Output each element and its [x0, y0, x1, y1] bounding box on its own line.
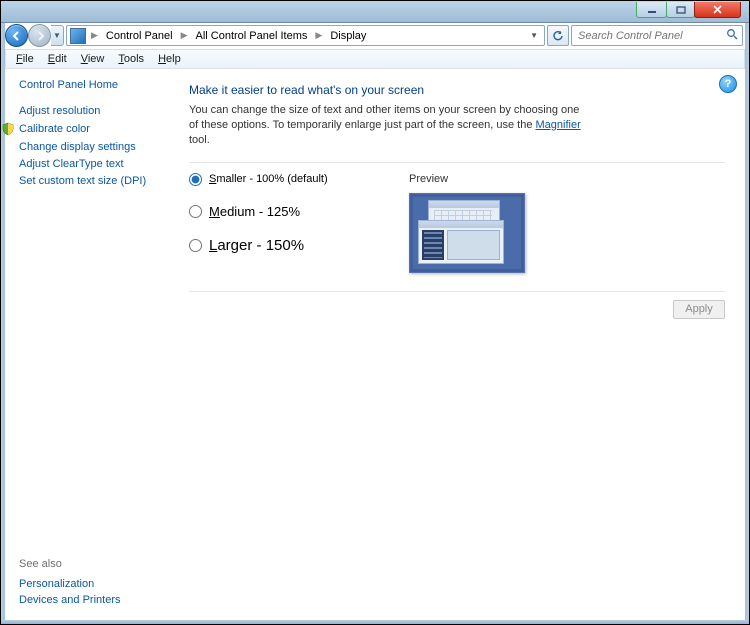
- desc-text-b: tool.: [189, 134, 210, 146]
- close-button[interactable]: [694, 2, 741, 18]
- radio-medium[interactable]: [189, 205, 202, 218]
- window-frame-right: [745, 1, 749, 624]
- sidebar-link-label: Set custom text size (DPI): [19, 175, 146, 187]
- breadcrumb-seg[interactable]: All Control Panel Items: [190, 26, 314, 45]
- dpi-options: Smaller - 100% (default) Medium - 125% L…: [189, 173, 379, 273]
- preview-label: Preview: [409, 173, 725, 185]
- help-button[interactable]: ?: [719, 75, 737, 93]
- dpi-option-larger[interactable]: Larger - 150%: [189, 237, 379, 254]
- see-also-header: See also: [19, 558, 121, 570]
- see-also-devices-printers[interactable]: Devices and Printers: [19, 594, 121, 606]
- menu-help[interactable]: Help: [152, 52, 187, 66]
- page-description: You can change the size of text and othe…: [189, 103, 589, 148]
- search-input[interactable]: [576, 29, 726, 43]
- window-frame-bottom: [1, 620, 749, 624]
- sidebar-link-label: Calibrate color: [19, 123, 90, 135]
- sidebar-link-label: Adjust ClearType text: [19, 158, 124, 170]
- back-button[interactable]: [5, 24, 28, 47]
- sidebar-link-label: Adjust resolution: [19, 105, 100, 117]
- dpi-option-medium[interactable]: Medium - 125%: [189, 204, 379, 219]
- breadcrumb-seg[interactable]: Display: [324, 26, 372, 45]
- chevron-right-icon[interactable]: ▶: [89, 30, 100, 41]
- sidebar-link-change-display-settings[interactable]: Change display settings: [19, 141, 169, 153]
- history-dropdown[interactable]: ▼: [51, 25, 64, 46]
- breadcrumb-seg[interactable]: Control Panel: [100, 26, 179, 45]
- radio-larger[interactable]: [189, 239, 202, 252]
- main-content: ? Make it easier to read what's on your …: [177, 69, 745, 620]
- chevron-right-icon[interactable]: ▶: [179, 30, 190, 41]
- refresh-button[interactable]: [547, 25, 569, 46]
- search-box[interactable]: [571, 25, 743, 46]
- titlebar[interactable]: [1, 1, 749, 23]
- dpi-option-smaller[interactable]: Smaller - 100% (default): [189, 173, 379, 186]
- control-panel-home-link[interactable]: Control Panel Home: [19, 79, 169, 91]
- divider: [189, 291, 725, 292]
- client-area: Control Panel Home Adjust resolution Cal…: [5, 68, 745, 620]
- menu-file[interactable]: File: [10, 52, 40, 66]
- menu-view[interactable]: View: [75, 52, 111, 66]
- apply-button[interactable]: Apply: [673, 300, 725, 319]
- menu-tools[interactable]: Tools: [112, 52, 150, 66]
- sidebar-link-set-custom-dpi[interactable]: Set custom text size (DPI): [19, 175, 169, 187]
- page-title: Make it easier to read what's on your sc…: [189, 83, 725, 97]
- search-icon[interactable]: [726, 28, 738, 43]
- chevron-right-icon[interactable]: ▶: [313, 30, 324, 41]
- sidebar-link-label: Change display settings: [19, 141, 136, 153]
- sidebar: Control Panel Home Adjust resolution Cal…: [5, 69, 177, 620]
- radio-smaller[interactable]: [189, 173, 202, 186]
- nav-buttons: ▼: [5, 24, 64, 47]
- sidebar-link-calibrate-color[interactable]: Calibrate color: [19, 122, 169, 136]
- see-also: See also Personalization Devices and Pri…: [19, 554, 121, 610]
- desc-text-a: You can change the size of text and othe…: [189, 104, 579, 131]
- menubar: File Edit View Tools Help: [5, 49, 745, 69]
- see-also-personalization[interactable]: Personalization: [19, 578, 121, 590]
- preview-image: [409, 193, 525, 273]
- address-dropdown[interactable]: ▼: [526, 31, 542, 40]
- control-panel-icon: [70, 28, 86, 44]
- forward-button[interactable]: [28, 24, 51, 47]
- menu-edit[interactable]: Edit: [42, 52, 73, 66]
- maximize-button[interactable]: [666, 2, 695, 18]
- shield-icon: [1, 122, 15, 136]
- sidebar-link-adjust-resolution[interactable]: Adjust resolution: [19, 105, 169, 117]
- sidebar-link-adjust-cleartype[interactable]: Adjust ClearType text: [19, 158, 169, 170]
- address-bar[interactable]: ▶ Control Panel ▶ All Control Panel Item…: [66, 25, 545, 46]
- magnifier-link[interactable]: Magnifier: [536, 119, 581, 131]
- minimize-button[interactable]: [636, 2, 667, 18]
